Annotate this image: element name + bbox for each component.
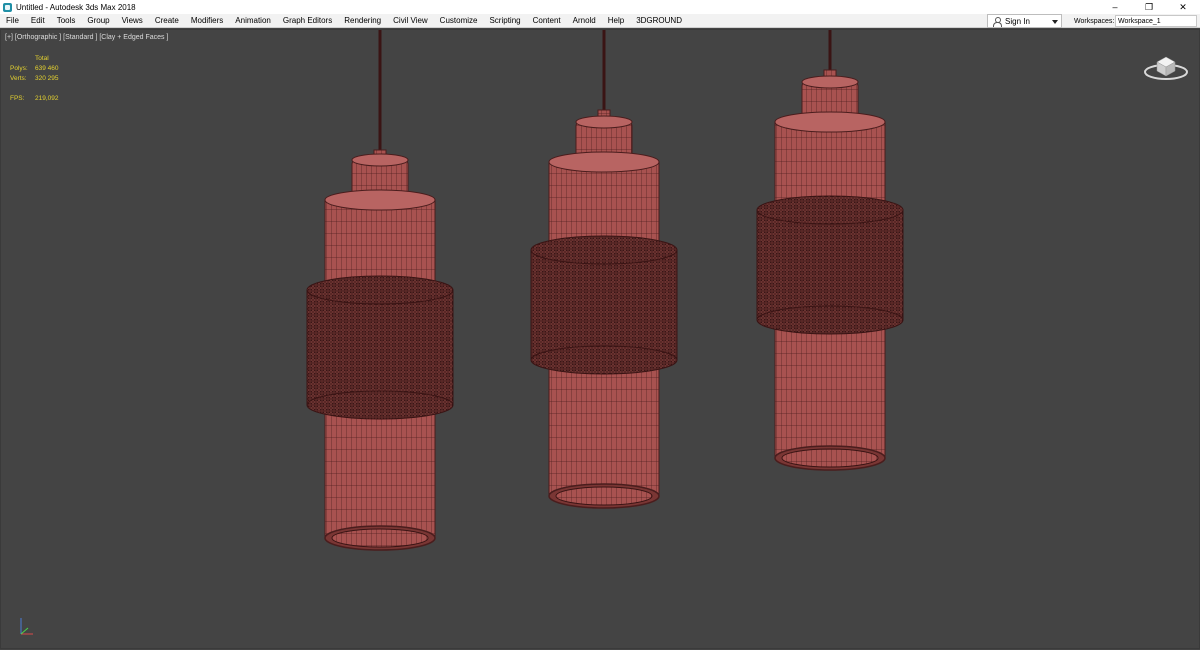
lamp-1-upper-rim — [324, 189, 436, 211]
axis-tripod-icon — [20, 618, 33, 635]
lamp-2-upper-rim — [548, 151, 660, 173]
menu-create[interactable]: Create — [149, 16, 185, 25]
lamp-2-band-top — [530, 235, 678, 265]
menu-modifiers[interactable]: Modifiers — [185, 16, 229, 25]
app-icon — [3, 2, 12, 12]
scene-render — [306, 30, 904, 551]
lamp-3-mesh-band — [756, 209, 904, 321]
stats-header: Total — [35, 55, 49, 62]
menu-bar: File Edit Tools Group Views Create Modif… — [0, 14, 1200, 28]
menu-civil-view[interactable]: Civil View — [387, 16, 434, 25]
window-controls: – ❐ ✕ — [1098, 0, 1200, 14]
lamp-3-bottom-opening — [781, 448, 879, 468]
menu-group[interactable]: Group — [81, 16, 115, 25]
lamp-3-cap-top — [801, 75, 859, 89]
lamp-2-cap-top — [575, 115, 633, 129]
workspace-value: Workspace_1 — [1118, 17, 1161, 25]
window-titlebar: Untitled - Autodesk 3ds Max 2018 – ❐ ✕ — [0, 0, 1200, 14]
menu-edit[interactable]: Edit — [25, 16, 51, 25]
lamp-2-lower-body — [548, 359, 660, 497]
menu-tools[interactable]: Tools — [51, 16, 82, 25]
verts-label: Verts: — [10, 75, 27, 82]
fps-value: 219,092 — [35, 95, 59, 102]
stats-overlay: Total Polys: 639 460 Verts: 320 295 FPS: 21… — [10, 54, 59, 104]
window-title: Untitled - Autodesk 3ds Max 2018 — [16, 2, 136, 12]
lamp-3-upper-rim — [774, 111, 886, 133]
menu-file[interactable]: File — [0, 16, 25, 25]
polys-value: 639 460 — [35, 65, 59, 72]
chevron-down-icon — [1052, 20, 1058, 24]
lamp-1-bottom-opening — [331, 528, 429, 548]
viewport-label[interactable]: [+] [Orthographic ] [Standard ] [Clay + … — [5, 34, 168, 41]
user-icon — [992, 16, 1002, 27]
viewcube-icon[interactable] — [1143, 50, 1189, 82]
lamp-3-lower-body — [774, 319, 886, 459]
menu-content[interactable]: Content — [527, 16, 567, 25]
menu-arnold[interactable]: Arnold — [567, 16, 602, 25]
restore-button[interactable]: ❐ — [1132, 0, 1166, 14]
lamp-2-bottom-opening — [555, 486, 653, 506]
menu-rendering[interactable]: Rendering — [338, 16, 387, 25]
lamp-2-mesh-band — [530, 249, 678, 361]
lamp-1-lower-body — [324, 404, 436, 539]
menu-graph-editors[interactable]: Graph Editors — [277, 16, 338, 25]
menu-customize[interactable]: Customize — [434, 16, 484, 25]
fps-label: FPS: — [10, 95, 25, 102]
workspaces-label: Workspaces: — [1074, 17, 1115, 25]
menu-views[interactable]: Views — [116, 16, 149, 25]
verts-value: 320 295 — [35, 75, 59, 82]
menu-animation[interactable]: Animation — [229, 16, 277, 25]
lamp-2-band-bottom — [530, 345, 678, 375]
menu-scripting[interactable]: Scripting — [483, 16, 526, 25]
lamp-3-band-bottom — [756, 305, 904, 335]
workspace-select[interactable]: Workspace_1 — [1115, 15, 1197, 27]
menu-help[interactable]: Help — [602, 16, 630, 25]
lamp-3-band-top — [756, 195, 904, 225]
minimize-button[interactable]: – — [1098, 0, 1132, 14]
polys-label: Polys: — [10, 65, 28, 72]
menu-3dground[interactable]: 3DGROUND — [630, 16, 688, 25]
lamp-1-band-bottom — [306, 390, 454, 420]
lamp-1-mesh-band — [306, 289, 454, 406]
lamp-1-band-top — [306, 275, 454, 305]
close-button[interactable]: ✕ — [1166, 0, 1200, 14]
viewport[interactable]: [+] [Orthographic ] [Standard ] [Clay + … — [0, 29, 1200, 649]
lamp-1-cap-top — [351, 153, 409, 167]
signin-label: Sign In — [1005, 16, 1030, 26]
signin-dropdown[interactable]: Sign In — [987, 14, 1062, 28]
